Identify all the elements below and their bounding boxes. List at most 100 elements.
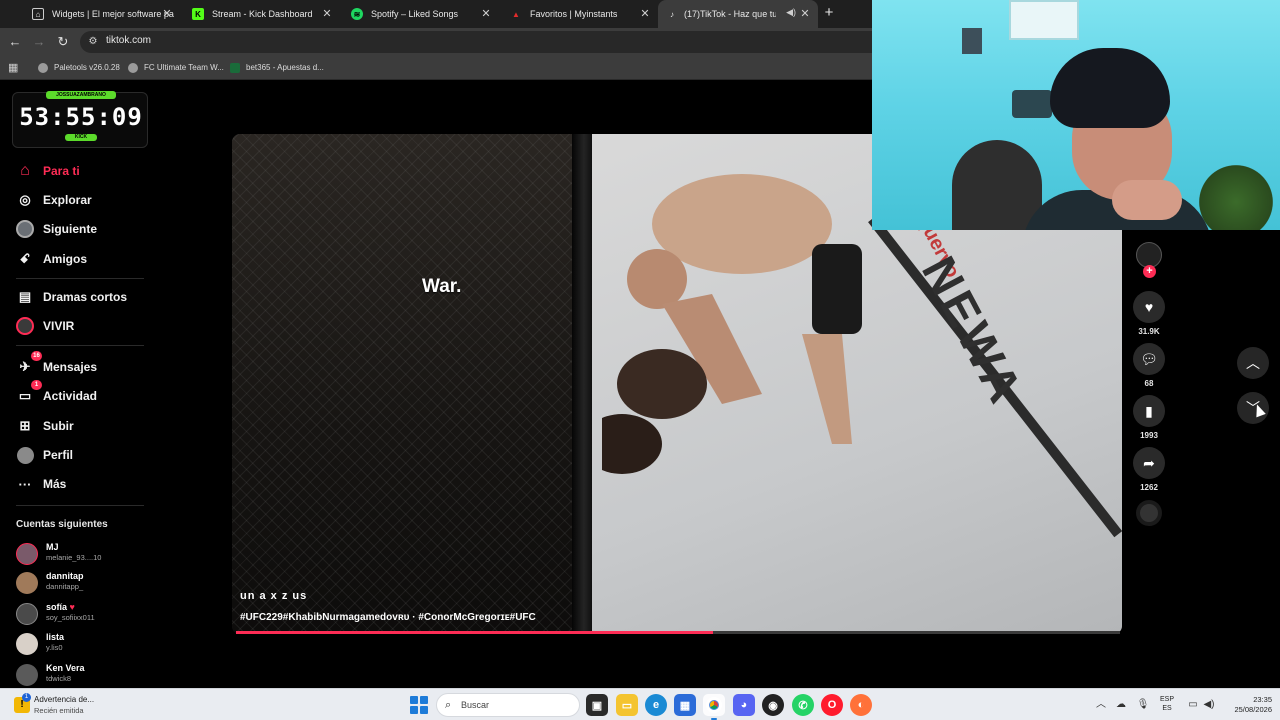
webcam-person-hand — [1112, 180, 1182, 220]
like-button[interactable]: ♥ — [1133, 291, 1165, 323]
speaker-icon[interactable]: ◀) — [786, 7, 796, 18]
widgets-favicon-icon: ⌂ — [32, 8, 44, 20]
account-name: dannitap — [46, 571, 84, 581]
tab-close-icon[interactable]: ✕ — [320, 7, 334, 21]
taskbar-search[interactable]: ⌕ Buscar — [436, 693, 580, 717]
follow-plus-icon[interactable]: + — [1143, 265, 1156, 278]
bookmark-paletools[interactable]: Paletools v26.0.28 — [38, 61, 120, 75]
bookmark-label: Paletools v26.0.28 — [54, 63, 120, 72]
tray-overflow-chevron-icon[interactable]: ︿ — [1094, 698, 1108, 712]
save-button[interactable]: ▮ — [1133, 395, 1165, 427]
webcam-plant — [1192, 160, 1280, 230]
windows-start-icon[interactable] — [410, 696, 428, 714]
avatar — [16, 664, 38, 686]
save-count: 1993 — [1140, 431, 1158, 440]
account-handle: soy_sofiixx011 — [46, 613, 95, 622]
video-hashtags[interactable]: #UFC229#KhabibNurmagamedovʀᴜ · #ConorMcG… — [240, 612, 536, 623]
video-cage-mesh — [232, 134, 592, 634]
following-account[interactable]: Ken Vera tdwick8 — [16, 663, 156, 689]
comment-count: 68 — [1144, 379, 1154, 388]
sidebar-divider — [16, 345, 144, 346]
sidebar-item-label: Para ti — [43, 164, 80, 178]
display-icon[interactable]: ▭ — [1186, 698, 1200, 712]
compass-icon: ◎ — [19, 192, 31, 207]
site-info-icon[interactable]: ⚙ — [86, 35, 100, 49]
tab-kick-dashboard[interactable]: K Stream - Kick Dashboard ✕ — [180, 0, 340, 28]
task-view-icon[interactable]: ▣ — [586, 694, 608, 716]
address-bar[interactable]: ⚙ tiktok.com — [80, 31, 872, 53]
tab-widgets[interactable]: ⌂ Widgets | El mejor software pa ✕ — [20, 0, 180, 28]
store-icon[interactable]: ▦ — [674, 694, 696, 716]
following-account[interactable]: MJ melanie_93....10 — [16, 542, 156, 568]
timer-bottom-tag: KICK — [65, 134, 97, 141]
account-name: lista — [46, 632, 65, 642]
account-name: Ken Vera — [46, 663, 85, 673]
tab-close-icon[interactable]: ✕ — [798, 7, 812, 21]
following-account[interactable]: lista y.lis0 — [16, 632, 156, 658]
sidebar-item-actividad[interactable]: ▭ 1 Actividad — [16, 380, 97, 407]
cloud-sync-icon[interactable]: ☁ — [1114, 698, 1128, 712]
language-indicator[interactable]: ESP ES — [1156, 695, 1178, 713]
bookmark-bet365[interactable]: bet365 - Apuestas d... — [230, 61, 324, 75]
sidebar-item-para-ti[interactable]: ⌂ Para ti — [16, 160, 80, 182]
reload-icon[interactable]: ↻ — [54, 33, 72, 51]
file-explorer-icon[interactable]: ▭ — [616, 694, 638, 716]
sidebar-item-label: Siguiente — [43, 222, 98, 236]
previous-video-button[interactable]: ︿ — [1237, 347, 1269, 379]
webcam-chair — [952, 140, 1042, 230]
home-icon: ⌂ — [20, 162, 30, 179]
back-arrow-icon[interactable]: ← — [6, 33, 24, 51]
sidebar-item-explorar[interactable]: ◎ Explorar — [16, 189, 91, 211]
sidebar-item-label: Perfil — [43, 448, 74, 462]
microphone-icon[interactable]: 🎙︎ — [1136, 698, 1150, 712]
bookmark-fc-ultimate[interactable]: FC Ultimate Team W... — [128, 61, 224, 75]
firefox-icon[interactable]: ◐ — [850, 694, 872, 716]
apps-grid-icon[interactable]: ▦ — [8, 62, 20, 74]
forward-arrow-icon[interactable]: → — [30, 33, 48, 51]
tab-close-icon[interactable]: ✕ — [160, 7, 174, 21]
whatsapp-icon[interactable]: ✆ — [792, 694, 814, 716]
following-account[interactable]: dannitap dannitapp_ — [16, 571, 156, 597]
obs-icon[interactable]: ◉ — [762, 694, 784, 716]
opera-icon[interactable]: O — [821, 694, 843, 716]
sidebar-item-subir[interactable]: ⊞ Subir — [16, 415, 74, 437]
tab-close-icon[interactable]: ✕ — [638, 7, 652, 21]
taskbar-clock[interactable]: 23:35 25/08/2026 — [1222, 695, 1272, 715]
sidebar-item-siguiente[interactable]: Siguiente — [16, 218, 97, 240]
tab-title: Favoritos | Myinstants — [530, 9, 618, 19]
account-handle: y.lis0 — [46, 643, 63, 652]
sidebar-item-dramas-cortos[interactable]: ▤ Dramas cortos — [16, 286, 127, 308]
weather-badge: 1 — [22, 693, 31, 702]
volume-icon[interactable]: ◀) — [1202, 698, 1216, 712]
discord-icon[interactable]: ◕ — [733, 694, 755, 716]
avatar — [16, 543, 38, 565]
tab-tiktok[interactable]: ♪ (17)TikTok - Haz que tu día ◀) ✕ — [658, 0, 818, 28]
new-tab-button[interactable]: + — [820, 4, 838, 22]
sidebar-item-mensajes[interactable]: ✈ 16 Mensajes — [16, 351, 97, 378]
weather-widget[interactable]: ! 1 Advertencia de... Recién emitida — [10, 693, 140, 717]
music-disc-icon[interactable] — [1136, 500, 1162, 526]
tab-close-icon[interactable]: ✕ — [479, 7, 493, 21]
sidebar-item-vivir[interactable]: VIVIR — [16, 315, 74, 337]
video-author[interactable]: un a x z us — [240, 590, 307, 602]
video-progress-bar[interactable] — [236, 631, 1120, 634]
live-icon — [16, 317, 34, 335]
tab-myinstants[interactable]: ▲ Favoritos | Myinstants ✕ — [498, 0, 658, 28]
sidebar-item-amigos[interactable]: ꗃ Amigos — [16, 248, 87, 270]
comment-button[interactable]: 💬︎ — [1133, 343, 1165, 375]
tab-title: Stream - Kick Dashboard — [212, 9, 313, 19]
share-count: 1262 — [1140, 483, 1158, 492]
following-account[interactable]: sofía ♥ soy_sofiixx011 — [16, 602, 156, 628]
following-avatar-icon — [16, 220, 34, 238]
video-overlay-caption: War. — [422, 276, 462, 297]
browser-toolbar: ← → ↻ ⚙ tiktok.com — [0, 28, 872, 56]
share-button[interactable]: ➦ — [1133, 447, 1165, 479]
sidebar-item-mas[interactable]: ··· Más — [16, 473, 67, 495]
sidebar-item-perfil[interactable]: Perfil — [16, 444, 73, 466]
sidebar-divider — [16, 278, 144, 279]
share-arrow-icon: ➦ — [1143, 454, 1155, 471]
comment-icon: 💬︎ — [1140, 350, 1158, 367]
tab-spotify[interactable]: ≋ Spotify – Liked Songs ✕ — [339, 0, 499, 28]
chrome-taskbar-icon[interactable] — [703, 694, 725, 720]
edge-browser-icon[interactable]: e — [645, 694, 667, 716]
